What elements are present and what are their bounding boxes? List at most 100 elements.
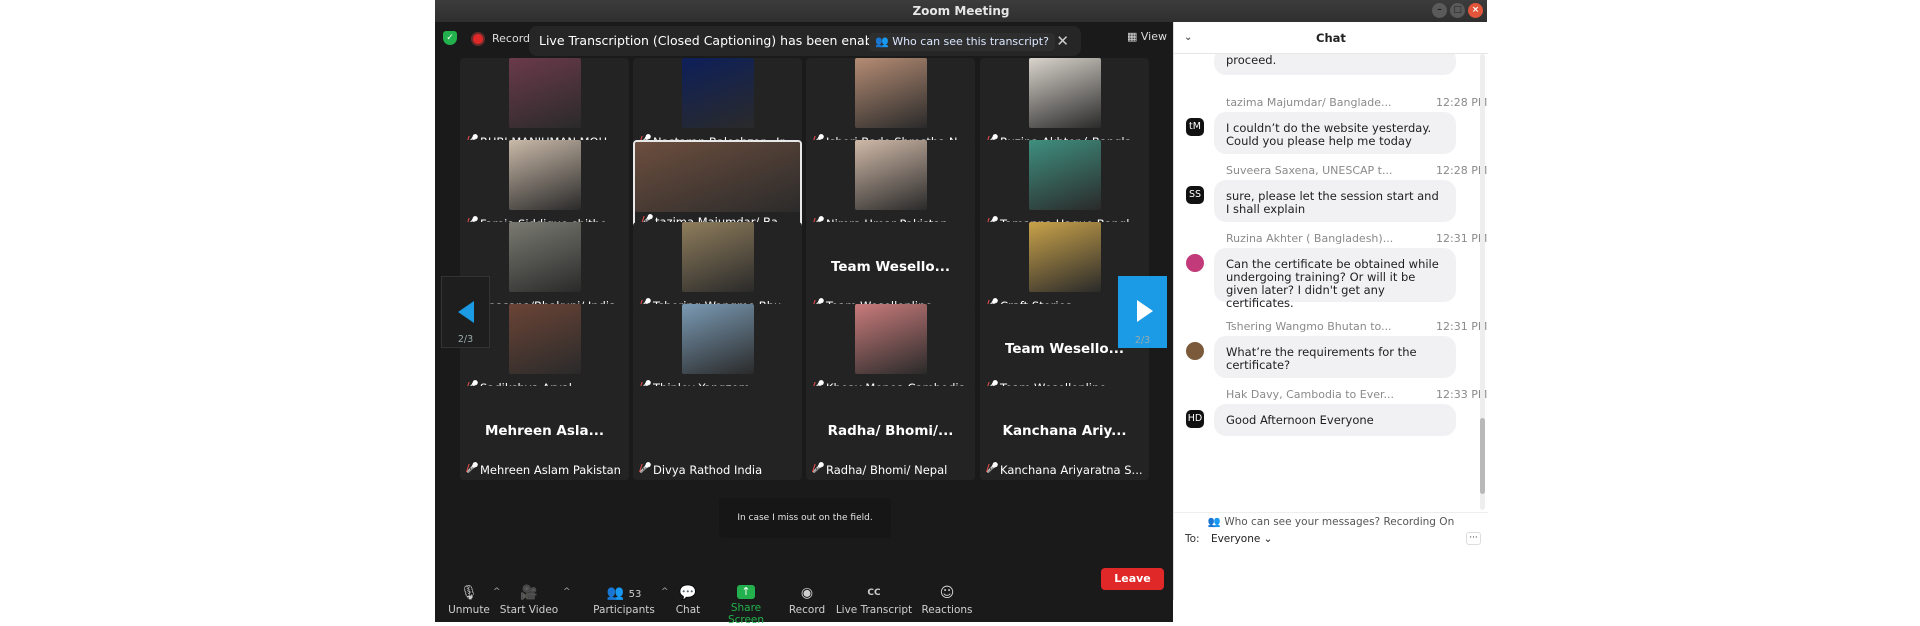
live-transcript-button[interactable]: CC Live Transcript: [835, 585, 913, 616]
participant-tile[interactable]: 🎤/Nimra Umar Pakistan: [806, 140, 975, 234]
participant-tile[interactable]: 🎤/Ruzina Akhter ( Bangla...: [980, 58, 1149, 152]
avatar[interactable]: HD: [1186, 410, 1204, 428]
share-screen-label: Share Screen: [727, 602, 765, 626]
chat-message-bubble: I couldn’t do the website yesterday. Cou…: [1214, 112, 1456, 154]
chat-message-text: Can the certificate be obtained while un…: [1226, 257, 1439, 310]
scrollbar-thumb[interactable]: [1480, 418, 1485, 494]
chat-recipient-row: To: Everyone ⌄: [1185, 533, 1272, 545]
participant-tile[interactable]: 🎤/Nastaran Baleshzar , Ir...: [633, 58, 802, 152]
participant-tile[interactable]: Mehreen Asla... 🎤 / Mehreen Aslam Pakistan: [460, 386, 629, 480]
record-label: Record: [788, 604, 826, 616]
meeting-area: ✓ Recording Live Transcription (Closed C…: [435, 22, 1173, 626]
participant-display-name: Radha/ Bhomi/...: [827, 423, 954, 439]
participant-display-name: Kanchana Ariy...: [1002, 423, 1127, 439]
next-page-button[interactable]: 2/3: [1118, 276, 1167, 348]
start-video-button[interactable]: 🎥 Start Video ^: [499, 585, 571, 616]
more-options-button[interactable]: ···: [1466, 532, 1481, 545]
recipient-select[interactable]: Everyone ⌄: [1211, 533, 1273, 545]
participant-video: [854, 140, 927, 210]
participant-tile[interactable]: Kanchana Ariy... 🎤 / Kanchana Ariyaratna S.…: [980, 386, 1149, 480]
chat-sender: Tshering Wangmo Bhutan to...: [1226, 320, 1392, 333]
participant-tile[interactable]: 🎤/Kheav Menea Cambodia: [806, 304, 975, 398]
chat-privacy-notice[interactable]: 👥 Who can see your messages? Recording O…: [1174, 512, 1488, 530]
closed-caption-icon: CC: [867, 588, 881, 598]
participant-tile[interactable]: 🎤/RUBI MANJUMAN MOU ...: [460, 58, 629, 152]
record-button[interactable]: ◉ Record: [787, 585, 827, 616]
chat-sender: Suveera Saxena, UNESCAP t...: [1226, 164, 1393, 177]
chat-message-text: I couldn’t do the website yesterday. Cou…: [1226, 121, 1432, 148]
chat-header: ⌄ Chat: [1174, 22, 1488, 54]
participant-video: [1028, 58, 1101, 128]
chat-button[interactable]: 💬 Chat: [671, 585, 705, 616]
maximize-button[interactable]: □: [1450, 3, 1465, 18]
participant-video: [681, 304, 754, 374]
to-label: To:: [1185, 533, 1200, 545]
participant-video: [681, 222, 754, 292]
page-indicator: 2/3: [1134, 335, 1151, 346]
view-button[interactable]: ▦ View: [1127, 30, 1167, 43]
chevron-down-icon[interactable]: ⌄: [1184, 22, 1192, 54]
participant-tile[interactable]: 🎤/Ishori Bade Shrestha N...: [806, 58, 975, 152]
video-off-icon: 🎥: [520, 585, 538, 601]
chevron-up-icon[interactable]: ^: [563, 587, 571, 597]
chevron-down-icon: ⌄: [1263, 533, 1273, 545]
unmute-label: Unmute: [448, 604, 490, 616]
participant-display-name: Team Wesello...: [830, 259, 951, 275]
avatar[interactable]: tM: [1186, 118, 1204, 136]
minimize-button[interactable]: –: [1432, 3, 1447, 18]
share-screen-button[interactable]: ↑ Share Screen: [713, 585, 779, 626]
chat-message-bubble: Can the certificate be obtained while un…: [1214, 248, 1456, 310]
chevron-up-icon[interactable]: ^: [661, 587, 669, 597]
transcript-visibility-link[interactable]: 👥 Who can see this transcript?: [869, 33, 1055, 51]
chat-message-text: Good Afternoon Everyone: [1226, 413, 1374, 427]
reactions-button[interactable]: ☺ Reactions: [921, 585, 973, 616]
title-bar: Zoom Meeting – □ ×: [435, 0, 1487, 22]
participant-tile[interactable]: Team Wesello...🎤/Team Wesellonline: [806, 222, 975, 316]
participant-name: Kanchana Ariyaratna S...: [1000, 463, 1143, 477]
arrow-left-icon: [458, 301, 474, 323]
participant-tile[interactable]: 🎤/Fareia Siddique shithe ...: [460, 140, 629, 234]
participant-video: [508, 304, 581, 374]
chat-title: Chat: [1316, 31, 1346, 45]
chat-sender: Hak Davy, Cambodia to Ever...: [1226, 388, 1394, 401]
participant-tile[interactable]: 🎤/Tamanna Haque Bangl...: [980, 140, 1149, 234]
security-shield-icon[interactable]: ✓: [443, 31, 457, 45]
chat-bubble-icon: 💬: [679, 585, 697, 601]
participant-tile[interactable]: 🎤/tazima Majumdar/ Ban...: [633, 140, 802, 234]
close-window-button[interactable]: ×: [1468, 3, 1483, 18]
chat-messages[interactable]: proceed. tazima Majumdar/ Banglade... 12:…: [1174, 54, 1488, 512]
participant-tile[interactable]: 🎤/Tshering Wangmo Bhu...: [633, 222, 802, 316]
start-video-label: Start Video: [499, 604, 559, 616]
participant-tile[interactable]: 🎤 / Divya Rathod India: [633, 386, 802, 480]
reactions-label: Reactions: [921, 604, 973, 616]
transcript-visibility-label: Who can see this transcript?: [892, 35, 1049, 48]
zoom-window: Zoom Meeting – □ × ✓ Recording Live Tran…: [435, 0, 1488, 626]
share-arrow-icon: ↑: [737, 585, 755, 599]
participant-tile[interactable]: Radha/ Bhomi/... 🎤 / Radha/ Bhomi/ Nepal: [806, 386, 975, 480]
live-transcript-label: Live Transcript: [835, 604, 913, 616]
participant-video: [681, 58, 754, 128]
unmute-button[interactable]: 🎙 Unmute ^: [447, 585, 500, 616]
avatar[interactable]: [1186, 254, 1204, 272]
leave-button[interactable]: Leave: [1101, 568, 1164, 590]
chat-message-bubble: sure, please let the session start and I…: [1214, 180, 1456, 222]
mic-muted-icon: 🎙: [460, 585, 478, 601]
person-lock-icon: 👥: [1207, 516, 1221, 528]
meeting-toolbar: 🎙 Unmute ^ 🎥 Start Video ^ 👥 53 Particip…: [435, 579, 1173, 626]
participants-icon: 👥 53: [606, 585, 642, 601]
notification-text: Live Transcription (Closed Captioning) h…: [539, 33, 892, 48]
previous-page-button[interactable]: 2/3: [441, 276, 490, 348]
close-icon[interactable]: ✕: [1056, 26, 1069, 56]
chat-scrollbar[interactable]: [1480, 54, 1485, 510]
chat-message-text: What’re the requirements for the certifi…: [1226, 345, 1417, 372]
avatar[interactable]: SS: [1186, 186, 1204, 204]
recipient-value: Everyone: [1210, 533, 1261, 545]
participants-button[interactable]: 👥 53 Participants ^: [593, 585, 668, 616]
window-controls: – □ ×: [1432, 3, 1483, 18]
participant-video: [508, 222, 581, 292]
closed-caption-text: In case I miss out on the field.: [719, 498, 891, 538]
avatar[interactable]: [1186, 342, 1204, 360]
participant-tile[interactable]: 🎤/Thinley Yangzom: [633, 304, 802, 398]
privacy-text: Who can see your messages? Recording On: [1224, 516, 1455, 528]
person-lock-icon: 👥: [875, 35, 889, 48]
